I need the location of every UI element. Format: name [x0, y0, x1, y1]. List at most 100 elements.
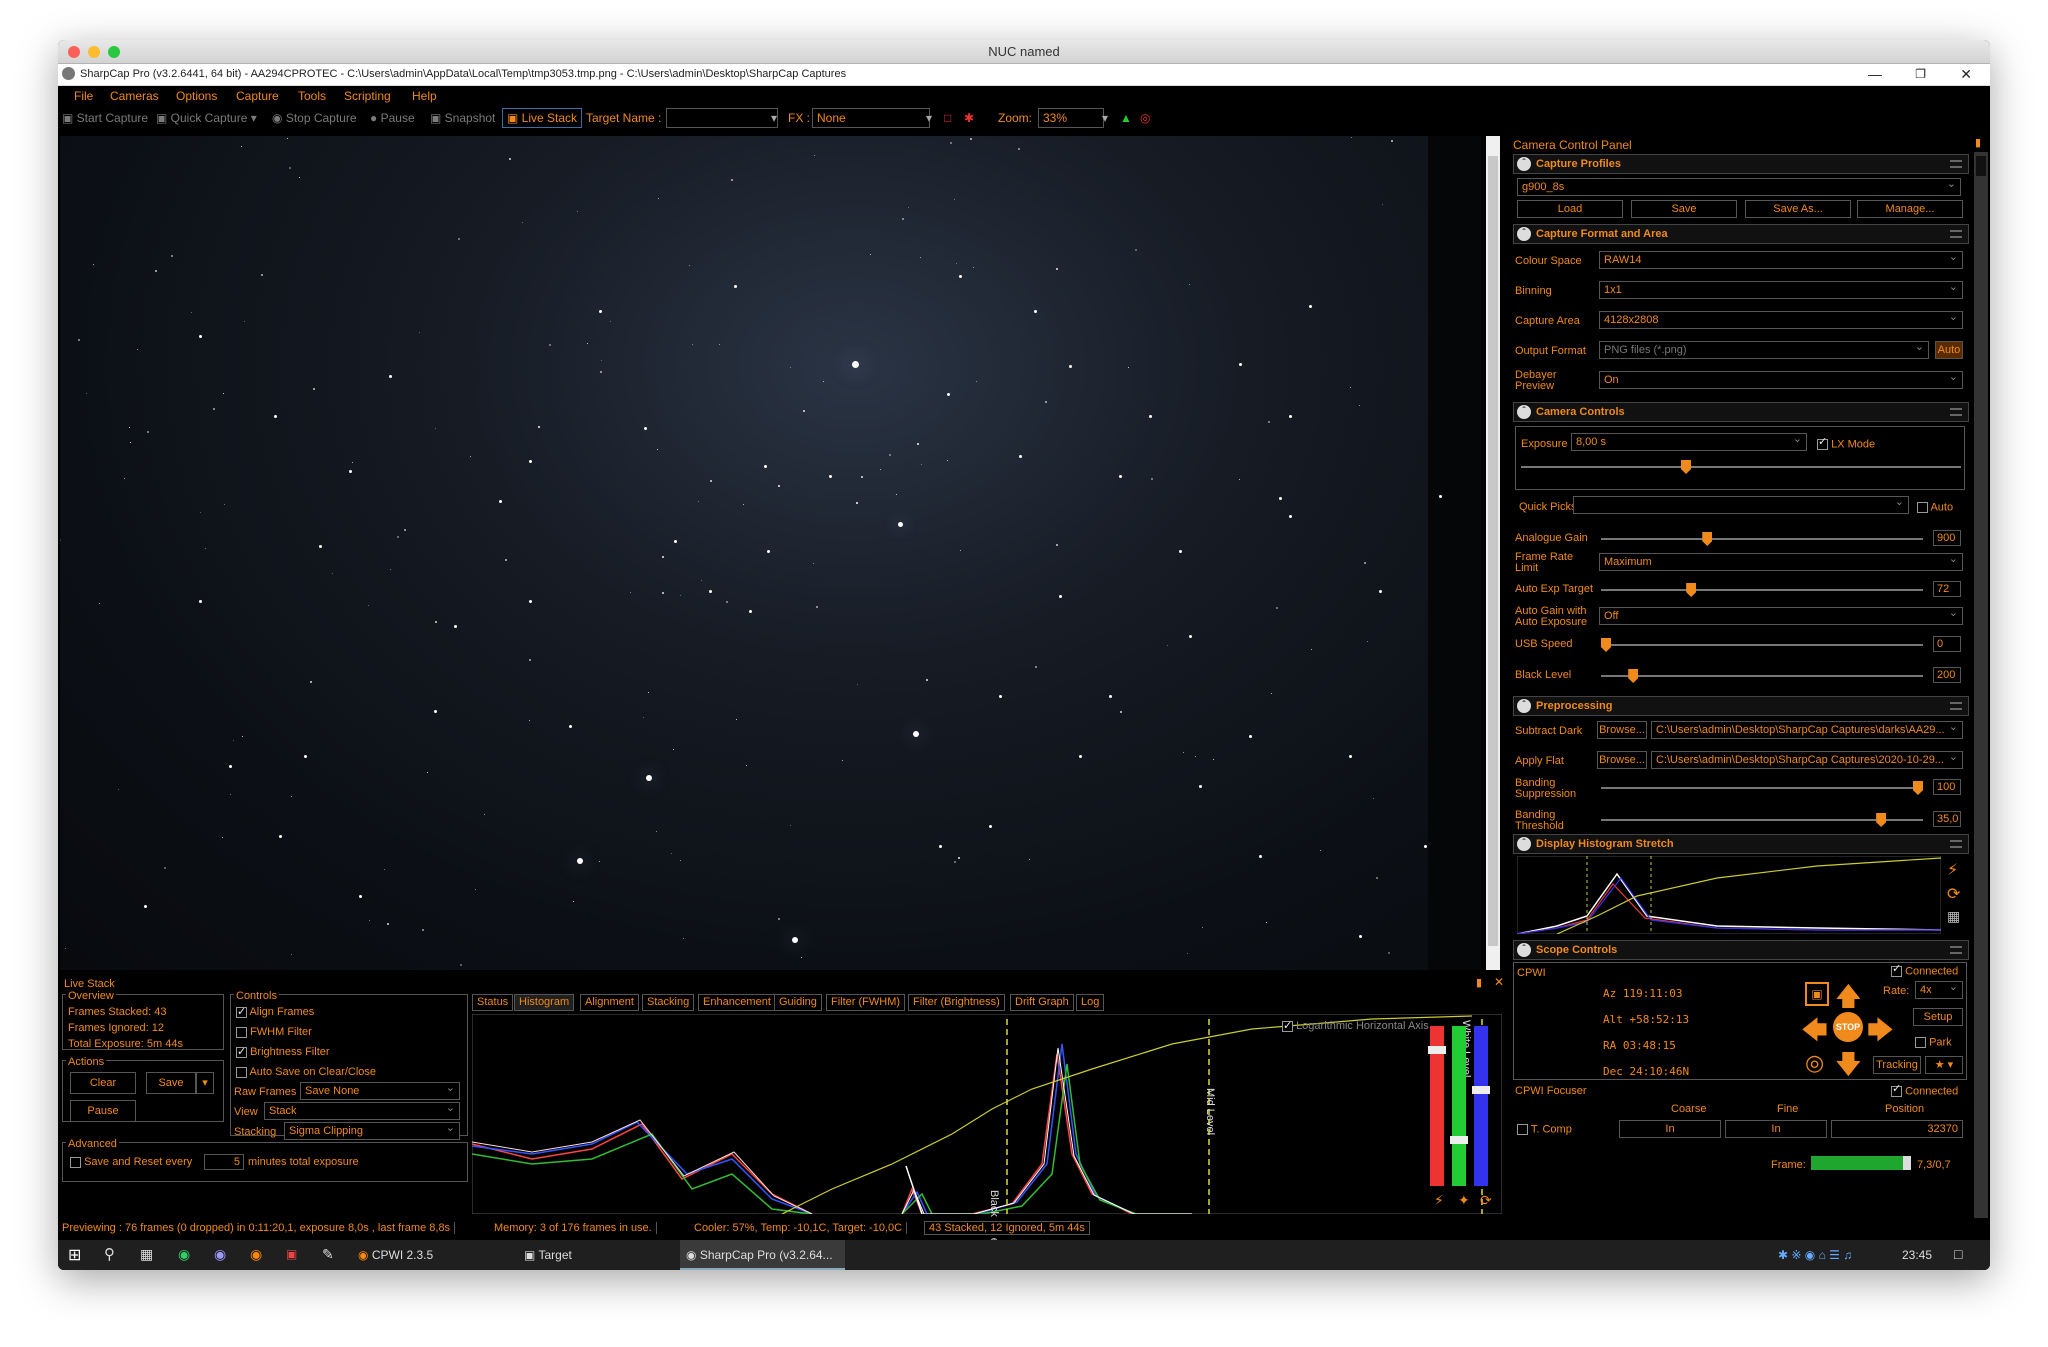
target-name-input[interactable] — [666, 108, 778, 128]
analogue-gain-value[interactable]: 900 — [1933, 530, 1961, 546]
green-channel-bar[interactable] — [1450, 1026, 1468, 1186]
minimize-icon[interactable]: — — [1868, 66, 1882, 82]
auto-format-button[interactable]: Auto — [1935, 341, 1963, 359]
display-histogram-chart[interactable] — [1517, 856, 1941, 934]
auto-gain-select[interactable]: Off — [1599, 607, 1963, 625]
usb-speed-knob[interactable] — [1601, 638, 1611, 652]
setup-button[interactable]: Setup — [1913, 1008, 1963, 1026]
log-axis-checkbox[interactable]: Logarithmic Horizontal Axis — [1282, 1019, 1429, 1032]
fx-dropdown-icon[interactable]: ▾ — [926, 111, 932, 125]
menu-capture[interactable]: Capture — [236, 89, 279, 103]
image-vertical-scrollbar[interactable] — [1486, 136, 1500, 970]
focuser-position-input[interactable]: 32370 — [1831, 1120, 1963, 1138]
fx-select[interactable]: None — [812, 108, 930, 128]
menu-tools[interactable]: Tools — [298, 89, 326, 103]
scope-controls-header[interactable]: ˆ Scope Controls — [1513, 940, 1969, 960]
menu-scripting[interactable]: Scripting — [344, 89, 391, 103]
auto-stretch-icon[interactable]: ⚡ — [1947, 860, 1958, 880]
save-profile-button[interactable]: Save — [1631, 200, 1737, 218]
usb-speed-value[interactable]: 0 — [1933, 636, 1961, 652]
task-view-icon[interactable]: ▦ — [140, 1246, 153, 1263]
tab-filter-brightness[interactable]: Filter (Brightness) — [908, 994, 1005, 1011]
ccp-scrollbar[interactable] — [1974, 152, 1988, 1218]
analogue-gain-knob[interactable] — [1702, 532, 1713, 546]
black-level-knob[interactable] — [1628, 669, 1639, 683]
capture-area-select[interactable]: 4128x2808 — [1599, 311, 1963, 329]
banding-suppression-knob[interactable] — [1913, 781, 1923, 795]
menu-options[interactable]: Options — [176, 89, 217, 103]
camera-controls-header[interactable]: ˆ Camera Controls — [1513, 402, 1969, 422]
stop-button[interactable]: STOP — [1833, 1012, 1863, 1042]
collapse-icon[interactable]: ˆ — [1517, 699, 1531, 713]
select-area-icon[interactable]: □ — [944, 111, 951, 125]
banding-suppression-value[interactable]: 100 — [1933, 779, 1961, 795]
target-dropdown-icon[interactable]: ▾ — [771, 111, 777, 125]
raw-frames-select[interactable]: Save None — [300, 1082, 460, 1100]
blue-channel-handle[interactable] — [1472, 1086, 1490, 1094]
tab-drift-graph[interactable]: Drift Graph — [1010, 994, 1074, 1011]
tray-icons[interactable]: ✱ ※ ◉ ⌂ ☰ ♫ — [1778, 1248, 1852, 1262]
green-channel-handle[interactable] — [1450, 1136, 1468, 1144]
close-icon[interactable]: ✕ — [1960, 66, 1972, 83]
collapse-icon[interactable]: ˆ — [1517, 157, 1531, 171]
tab-stacking[interactable]: Stacking — [642, 994, 695, 1011]
live-image-view[interactable] — [60, 136, 1481, 970]
focuser-connected-checkbox[interactable]: Connected — [1891, 1084, 1958, 1097]
pin-icon[interactable]: ▮ — [1975, 136, 1981, 149]
red-channel-bar[interactable] — [1428, 1026, 1446, 1186]
view-select[interactable]: Stack — [264, 1102, 460, 1120]
auto-exp-knob[interactable] — [1686, 583, 1697, 597]
tab-log[interactable]: Log — [1076, 994, 1105, 1011]
dock-pin-icon[interactable]: ▮ — [1476, 976, 1482, 989]
histogram-icon[interactable]: ▲ — [1120, 111, 1132, 125]
restore-icon[interactable]: ❐ — [1915, 67, 1926, 81]
load-button[interactable]: Load — [1517, 200, 1623, 218]
menu-help[interactable]: Help — [412, 89, 437, 103]
stack-histogram-chart[interactable] — [472, 1014, 1502, 1214]
collapse-icon[interactable]: ˆ — [1517, 837, 1531, 851]
tab-guiding[interactable]: Guiding — [774, 994, 822, 1011]
app-icon-edit[interactable]: ✎ — [322, 1246, 334, 1263]
menu-file[interactable]: File — [74, 89, 93, 103]
pause-stack-button[interactable]: Pause — [70, 1100, 136, 1122]
quick-picks-auto-checkbox[interactable]: Auto — [1917, 502, 1953, 513]
reset-stack-stretch-icon[interactable]: ⟳ — [1480, 1192, 1492, 1209]
quick-capture-button[interactable]: ▣ Quick Capture ▾ — [156, 111, 257, 125]
save-reset-checkbox[interactable]: Save and Reset every — [70, 1156, 192, 1168]
save-options-dropdown[interactable]: ▾ — [196, 1072, 214, 1094]
tracking-button[interactable]: Tracking — [1873, 1056, 1921, 1074]
collapse-icon[interactable]: ˆ — [1517, 943, 1531, 957]
tab-alignment[interactable]: Alignment — [580, 994, 639, 1011]
browse-flat-button[interactable]: Browse... — [1597, 751, 1647, 769]
stop-capture-button[interactable]: ◉ Stop Capture — [272, 111, 357, 125]
tracking-mode-select[interactable]: ★ ▾ — [1925, 1056, 1963, 1074]
save-stack-button[interactable]: Save — [146, 1072, 196, 1094]
zoom-select[interactable]: 33% — [1038, 108, 1104, 128]
red-channel-handle[interactable] — [1428, 1046, 1446, 1054]
home-target-icon[interactable]: ◎ — [1805, 1050, 1824, 1076]
align-frames-checkbox[interactable]: Align Frames — [236, 1005, 314, 1018]
zoom-dropdown-icon[interactable]: ▾ — [1102, 111, 1108, 125]
banding-threshold-value[interactable]: 35,0 — [1933, 811, 1961, 827]
exposure-slider[interactable] — [1521, 460, 1961, 474]
scrollbar-thumb[interactable] — [1488, 156, 1498, 946]
colour-space-select[interactable]: RAW14 — [1599, 251, 1963, 269]
search-icon[interactable]: ⚲ — [104, 1245, 115, 1263]
coarse-in-button[interactable]: In — [1619, 1120, 1721, 1138]
debayer-select[interactable]: On — [1599, 371, 1963, 389]
subtract-dark-select[interactable]: C:\Users\admin\Desktop\SharpCap Captures… — [1651, 721, 1963, 739]
menu-cameras[interactable]: Cameras — [110, 89, 159, 103]
auto-stretch-stack-icon[interactable]: ⚡ — [1434, 1192, 1444, 1209]
park-checkbox[interactable]: Park — [1915, 1037, 1952, 1048]
windows-start-icon[interactable]: ⊞ — [68, 1245, 81, 1265]
preprocessing-header[interactable]: ˆ Preprocessing — [1513, 696, 1969, 716]
profile-select[interactable]: g900_8s — [1517, 178, 1961, 196]
auto-exp-value[interactable]: 72 — [1933, 581, 1961, 597]
black-level-slider[interactable] — [1601, 669, 1923, 683]
start-capture-button[interactable]: ▣ Start Capture — [62, 111, 148, 125]
tab-filter-fwhm[interactable]: Filter (FWHM) — [826, 994, 906, 1011]
save-as-button[interactable]: Save As... — [1745, 200, 1851, 218]
tab-enhancement[interactable]: Enhancement — [698, 994, 776, 1011]
taskbar-target[interactable]: ▣ Target — [524, 1248, 572, 1262]
analogue-gain-slider[interactable] — [1601, 532, 1923, 546]
